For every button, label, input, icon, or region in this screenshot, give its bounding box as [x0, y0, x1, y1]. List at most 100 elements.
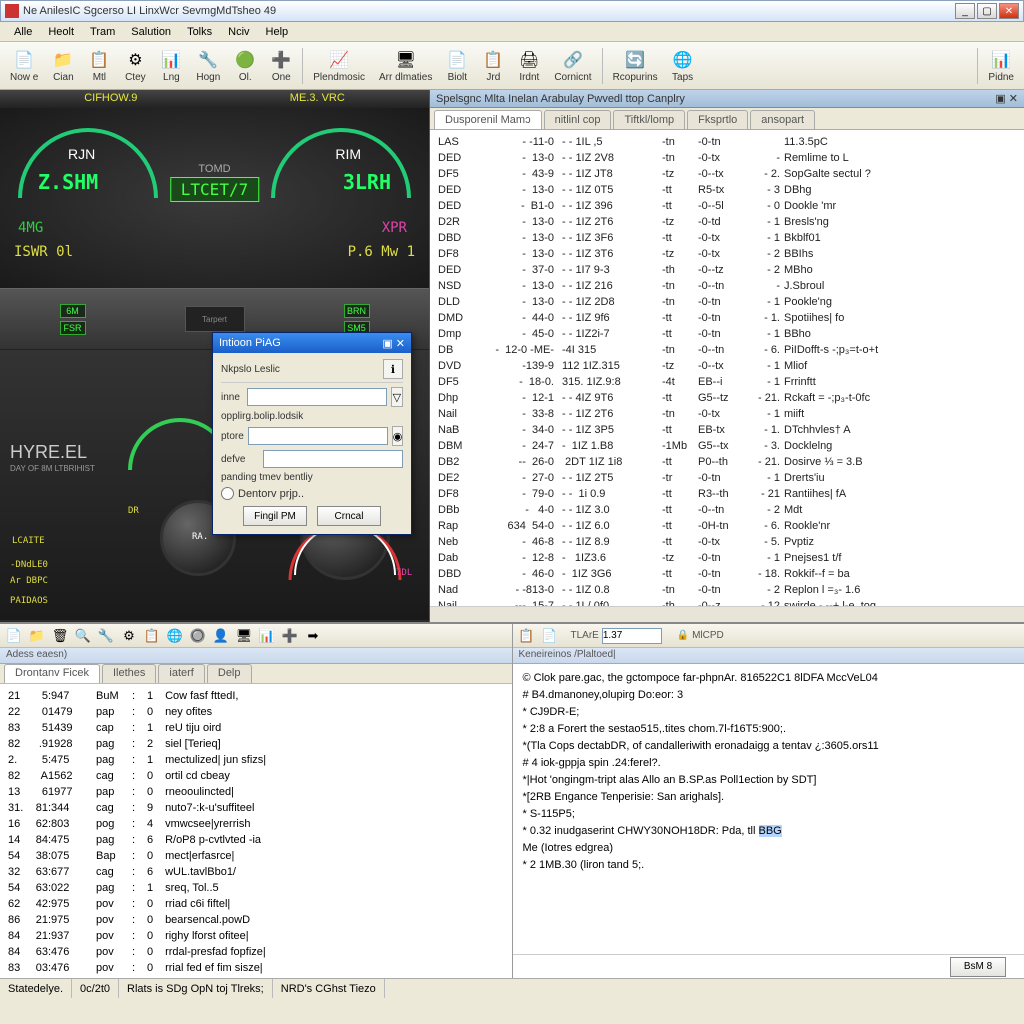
ptore-input[interactable] [248, 427, 388, 445]
tool-cian[interactable]: 📁Cian [46, 47, 80, 85]
log-row[interactable]: Dmp- 45-0- - 1IZ2i-7-tt-0-tn- 1BBho [438, 326, 1016, 342]
list-row[interactable]: 5438:075Bap:0mect|erfasrce| [8, 848, 504, 864]
inne-input[interactable] [247, 388, 387, 406]
ll-tab-2[interactable]: iaterf [158, 664, 204, 683]
list-row[interactable]: 82A1562cag:0ortil cd cbeay [8, 768, 504, 784]
ll-tool-2[interactable]: 🗑 [50, 626, 70, 646]
list-row[interactable]: 1662:803pog:4vmwcsee|yrerrish [8, 816, 504, 832]
list-row[interactable]: 8421:937pov:0righy lforst ofitee| [8, 928, 504, 944]
log-tab-0[interactable]: Dusporenil Mamɔ [434, 110, 542, 129]
ll-tool-9[interactable]: 👤 [211, 626, 231, 646]
dialog-radio[interactable]: Dentorv prjp.. [221, 487, 403, 500]
list-row[interactable]: 8351439cap:1reU tiju oird [8, 720, 504, 736]
log-row[interactable]: DED- 37-0- - 1I7 9-3-th-0--tz- 2MBho [438, 262, 1016, 278]
list-row[interactable]: 1361977pap:0rneooulincted| [8, 784, 504, 800]
filter-icon[interactable]: ▽ [391, 387, 403, 407]
menu-tolks[interactable]: Tolks [179, 24, 220, 40]
ll-tool-4[interactable]: 🔧 [96, 626, 116, 646]
list-row[interactable]: 8463:476pov:0rrdal-presfad fopfize| [8, 944, 504, 960]
field-input[interactable] [602, 628, 662, 644]
ll-tab-0[interactable]: Drontanv Ficek [4, 664, 100, 683]
ll-tool-5[interactable]: ⚙ [119, 626, 139, 646]
dialog-close-icon[interactable]: ▣ ✕ [382, 337, 405, 350]
log-row[interactable]: DBM- 24-7- 1IZ 1.B8-1MbG5--tx- 3.Docklel… [438, 438, 1016, 454]
log-row[interactable]: Neb- 46-8- - 1IZ 8.9-tt-0-tx- 5.Pvptiz [438, 534, 1016, 550]
log-row[interactable]: DB- 12-0 -ME--4I 315-tn-0--tn- 6.PiIDoff… [438, 342, 1016, 358]
ll-tool-12[interactable]: ➕ [280, 626, 300, 646]
doc-icon[interactable]: 📄 [540, 626, 560, 646]
tool-one[interactable]: ➕One [264, 47, 298, 85]
info-icon[interactable]: ℹ [383, 359, 403, 379]
log-row[interactable]: DBD- 46-0- 1IZ 3G6-tt-0-tn- 18.Rokkif--f… [438, 566, 1016, 582]
log-tab-3[interactable]: Fksprtlo [687, 110, 748, 129]
ll-tab-3[interactable]: Delp [207, 664, 252, 683]
tool-arrdlmaties[interactable]: 🖥Arr dlmaties [373, 47, 438, 85]
log-row[interactable]: DF5- 18-0.315. 1IZ.9:8-4tEB--i- 1Frrinft… [438, 374, 1016, 390]
dialog-titlebar[interactable]: Intioon PiAG ▣ ✕ [213, 333, 411, 353]
log-row[interactable]: DE2- 27-0- - 1IZ 2T5-tr-0-tn- 1Drerts'iu [438, 470, 1016, 486]
log-row[interactable]: DLD- 13-0- - 1IZ 2D8-tn-0-tn- 1Pookle'ng [438, 294, 1016, 310]
log-row[interactable]: NaB- 34-0- - 1IZ 3P5-ttEB-tx- 1.DTchhvle… [438, 422, 1016, 438]
log-tab-4[interactable]: ansopart [750, 110, 815, 129]
tool-biolt[interactable]: 📄Biolt [440, 47, 474, 85]
list-row[interactable]: 5463:022pag:1sreq, Tol..5 [8, 880, 504, 896]
menu-heolt[interactable]: Heolt [40, 24, 82, 40]
log-row[interactable]: Nail--- 15-7- - 1L/.0f0-th-0--z- 12swird… [438, 598, 1016, 606]
list-row[interactable]: 3263:677cag:6wUL.tavlBbo1/ [8, 864, 504, 880]
list-row[interactable]: 31.81:344cag:9nuto7-:k-u'suffiteel [8, 800, 504, 816]
list-row[interactable]: 8303:476pov:0rrial fed ef fim sisze| [8, 960, 504, 976]
log-row[interactable]: DED- 13-0- - 1IZ 2V8-tn-0-tx-Remlime to … [438, 150, 1016, 166]
list-row[interactable]: 6242:975pov:0rriad c6i fiftel| [8, 896, 504, 912]
log-row[interactable]: DB2-- 26-0 2DT 1IZ 1i8-ttP0--th- 21.Dosi… [438, 454, 1016, 470]
log-row[interactable]: D2R- 13-0- - 1IZ 2T6-tz-0-td- 1Bresls'ng [438, 214, 1016, 230]
maximize-button[interactable]: ▢ [977, 3, 997, 19]
menu-tram[interactable]: Tram [82, 24, 123, 40]
tool-rcopurins[interactable]: 🔄Rcopurins [607, 47, 664, 85]
radio-input[interactable] [221, 487, 234, 500]
log-row[interactable]: DF8- 79-0- - 1i 0.9-ttR3--th- 21Rantiihe… [438, 486, 1016, 502]
close-button[interactable]: ✕ [999, 3, 1019, 19]
tool-lng[interactable]: 📊Lng [154, 47, 188, 85]
log-row[interactable]: DED- 13-0- - 1IZ 0T5-ttR5-tx- 3DBhg [438, 182, 1016, 198]
tool-nowe[interactable]: 📄Now e [4, 47, 44, 85]
ll-tool-7[interactable]: 🌐 [165, 626, 185, 646]
ll-tool-10[interactable]: 🖥 [234, 626, 254, 646]
center-value[interactable]: LTCET/7 [170, 177, 259, 202]
menu-nciv[interactable]: Nciv [220, 24, 257, 40]
tool-plendmosic[interactable]: 📈Plendmosic [307, 47, 371, 85]
log-row[interactable]: LAS- -11-0- - 1IL ,5-tn-0-tn11.3.5pC [438, 134, 1016, 150]
log-row[interactable]: DF5- 43-9- - 1IZ JT8-tz-0--tx- 2.SopGalt… [438, 166, 1016, 182]
log-row[interactable]: Nail- 33-8- - 1IZ 2T6-tn-0-tx- 1miift [438, 406, 1016, 422]
ok-button[interactable]: Fingil PM [243, 506, 307, 526]
log-row[interactable]: Nad- -813-0- - 1IZ 0.8-tn-0-tn- 2Replon … [438, 582, 1016, 598]
list-row[interactable]: 8621:975pov:0bearsencal.powD [8, 912, 504, 928]
log-row[interactable]: NSD- 13-0- - 1IZ 216-tn-0--tn-J.Sbroul [438, 278, 1016, 294]
log-table[interactable]: LAS- -11-0- - 1IL ,5-tn-0-tn11.3.5pCDED-… [430, 130, 1024, 606]
log-tab-1[interactable]: nitlinl cop [544, 110, 612, 129]
defve-input[interactable] [263, 450, 403, 468]
tool-irdnt[interactable]: 🖨Irdnt [512, 47, 546, 85]
tool-ctey[interactable]: ⚙Ctey [118, 47, 152, 85]
tool-mtl[interactable]: 📋Mtl [82, 47, 116, 85]
ll-tool-13[interactable]: ➡ [303, 626, 323, 646]
target-icon[interactable]: ◉ [392, 426, 404, 446]
tool-jrd[interactable]: 📋Jrd [476, 47, 510, 85]
log-row[interactable]: DF8- 13-0- - 1IZ 3T6-tz-0-tx- 2BBIhs [438, 246, 1016, 262]
list-row[interactable]: 1484:475pag:6R/oP8 p-cvtlvted -ia [8, 832, 504, 848]
menu-salution[interactable]: Salution [123, 24, 179, 40]
ll-tool-3[interactable]: 🔍 [73, 626, 93, 646]
ll-tool-8[interactable]: 🔘 [188, 626, 208, 646]
tool-cornicnt[interactable]: 🔗Cornicnt [548, 47, 597, 85]
ll-tool-6[interactable]: 📋 [142, 626, 162, 646]
ll-tool-11[interactable]: 📊 [257, 626, 277, 646]
slot-button[interactable]: Tarpert [185, 306, 245, 332]
bsm-button[interactable]: BsM 8 [950, 957, 1006, 977]
message-body[interactable]: © Clok pare.gac, the gctompoce far-phpnA… [513, 664, 1024, 954]
tool-ol[interactable]: 🟢Ol. [228, 47, 262, 85]
log-row[interactable]: Dhp- 12-1- - 4IZ 9T6-ttG5--tz- 21.Rckaft… [438, 390, 1016, 406]
log-row[interactable]: Dab- 12-8- 1IZ3.6-tz-0-tn- 1Pnejses1 t/f [438, 550, 1016, 566]
log-row[interactable]: DMD- 44-0- - 1IZ 9f6-tt-0-tn- 1.Spotiihe… [438, 310, 1016, 326]
log-row[interactable]: DBb- 4-0- - 1IZ 3.0-tt-0--tn- 2Mdt [438, 502, 1016, 518]
tool-hogn[interactable]: 🔧Hogn [190, 47, 226, 85]
menu-alle[interactable]: Alle [6, 24, 40, 40]
